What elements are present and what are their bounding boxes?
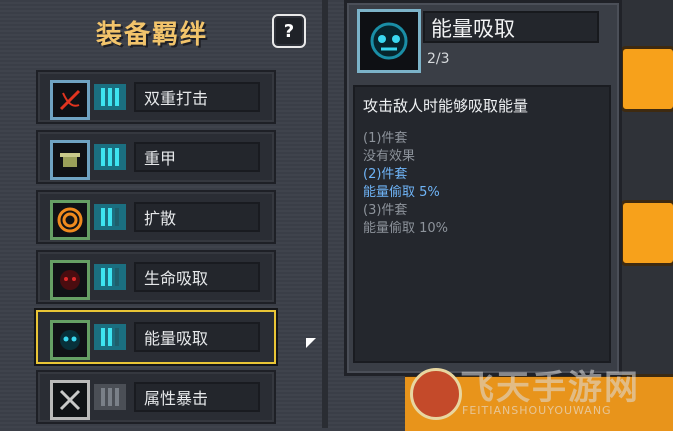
bond-label: 重甲	[134, 142, 260, 172]
bond-label: 属性暴击	[134, 382, 260, 412]
bond-row-attribute-crit[interactable]: 属性暴击	[36, 370, 276, 424]
spread-icon	[50, 200, 90, 240]
bond-row-double-strike[interactable]: 双重打击	[36, 70, 276, 124]
watermark-text: 飞天手游网	[460, 368, 640, 408]
bond-row-energy-steal[interactable]: 能量吸取	[36, 310, 276, 364]
bond-row-life-steal[interactable]: 生命吸取	[36, 250, 276, 304]
inventory-slot-icon	[620, 46, 673, 112]
bond-label: 扩散	[134, 202, 260, 232]
bond-tier-bars	[94, 204, 126, 230]
tooltip-bond-name: 能量吸取	[423, 11, 599, 43]
tier-3-effect: 能量偷取 10%	[363, 221, 449, 236]
inventory-slot-icon	[620, 200, 673, 266]
double-strike-icon	[50, 80, 90, 120]
attribute-crit-icon	[50, 380, 90, 420]
panel-title: 装备羁绊	[96, 20, 209, 50]
watermark-subtext: FEITIANSHOUYOUWANG	[462, 404, 612, 417]
help-button[interactable]: ?	[272, 14, 306, 48]
heavy-armor-icon	[50, 140, 90, 180]
energy-steal-icon	[50, 320, 90, 360]
bonds-panel: 装备羁绊 ? 双重打击 重甲 扩散 生命吸取 能量吸取 属性暴击	[0, 0, 322, 428]
bond-tier-bars	[94, 84, 126, 110]
bond-list: 双重打击 重甲 扩散 生命吸取 能量吸取 属性暴击	[36, 70, 276, 430]
tooltip-bond-count: 2/3	[427, 51, 450, 67]
bond-tier-bars	[94, 324, 126, 350]
watermark-logo-icon	[410, 368, 462, 420]
tier-2-effect: 能量偷取 5%	[363, 185, 440, 200]
tooltip-body: 攻击敌人时能够吸取能量 (1)件套 没有效果 (2)件套 能量偷取 5% (3)…	[353, 85, 611, 363]
bond-tooltip: 能量吸取 2/3 攻击敌人时能够吸取能量 (1)件套 没有效果 (2)件套 能量…	[344, 0, 622, 376]
bond-label: 双重打击	[134, 82, 260, 112]
energy-steal-icon	[357, 9, 421, 73]
tier-2-title: (2)件套	[363, 167, 408, 182]
tier-1-title: (1)件套	[363, 131, 408, 146]
tier-1-effect: 没有效果	[363, 149, 416, 164]
bond-row-heavy-armor[interactable]: 重甲	[36, 130, 276, 184]
bond-tier-bars	[94, 264, 126, 290]
tooltip-description: 攻击敌人时能够吸取能量	[363, 97, 529, 115]
mouse-cursor-icon	[306, 338, 316, 348]
bond-tier-bars	[94, 144, 126, 170]
panel-divider	[322, 0, 328, 428]
bond-tier-bars	[94, 384, 126, 410]
bond-label: 生命吸取	[134, 262, 260, 292]
tier-3-title: (3)件套	[363, 203, 408, 218]
bond-label: 能量吸取	[134, 322, 260, 352]
life-steal-icon	[50, 260, 90, 300]
bond-row-spread[interactable]: 扩散	[36, 190, 276, 244]
